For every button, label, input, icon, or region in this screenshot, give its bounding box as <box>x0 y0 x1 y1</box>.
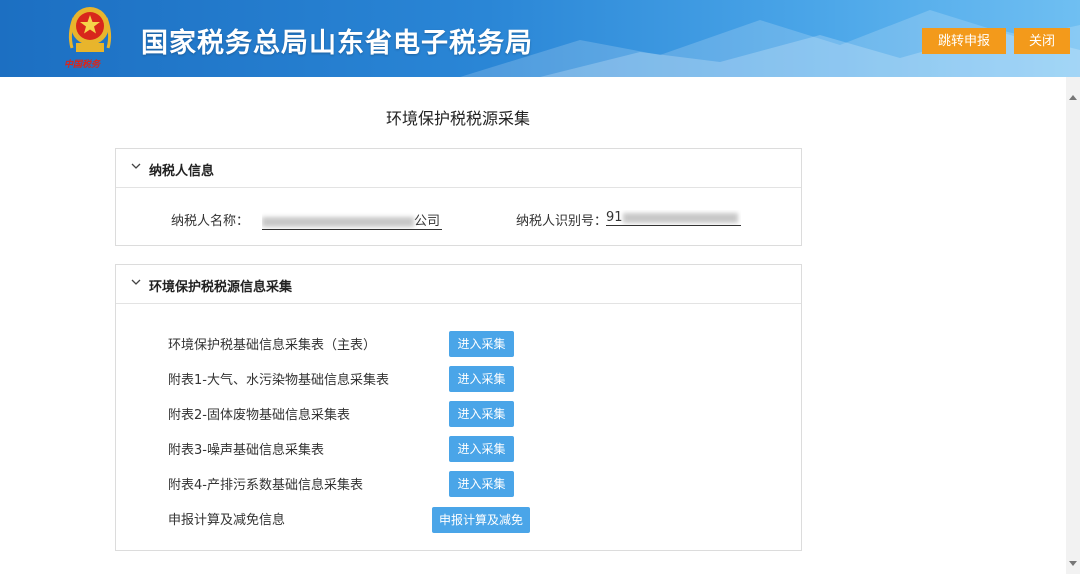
taxpayer-id-label: 纳税人识别号： <box>516 214 608 229</box>
taxpayer-name-value: 公司 <box>262 210 442 230</box>
taxpayer-id-value: 91 <box>606 210 741 226</box>
taxpayer-panel-title: 纳税人信息 <box>149 164 215 179</box>
enter-collection-button-schedule-2[interactable]: 进入采集 <box>449 401 514 427</box>
row-label-schedule-2: 附表2-固体废物基础信息采集表 <box>168 408 350 423</box>
vertical-scrollbar[interactable] <box>1066 77 1080 574</box>
declare-calc-reduction-button[interactable]: 申报计算及减免 <box>432 507 530 533</box>
enter-collection-button-schedule-4[interactable]: 进入采集 <box>449 471 514 497</box>
redacted-name-bar <box>262 216 414 227</box>
row-label-schedule-1: 附表1-大气、水污染物基础信息采集表 <box>168 373 389 388</box>
tax-source-collection-panel: 环境保护税税源信息采集 环境保护税基础信息采集表（主表） 进入采集 附表1-大气… <box>115 264 802 551</box>
emblem-caption: 中国税务 <box>64 60 101 70</box>
row-label-schedule-3: 附表3-噪声基础信息采集表 <box>168 443 324 458</box>
row-label-schedule-4: 附表4-产排污系数基础信息采集表 <box>168 478 363 493</box>
scroll-down-icon[interactable] <box>1069 561 1077 566</box>
taxpayer-info-panel: 纳税人信息 纳税人名称： 公司 纳税人识别号： 91 <box>115 148 802 246</box>
jump-declare-button[interactable]: 跳转申报 <box>922 28 1006 54</box>
taxpayer-name-suffix: 公司 <box>414 214 441 229</box>
page-title: 环境保护税税源采集 <box>385 109 530 128</box>
row-label-main-form: 环境保护税基础信息采集表（主表） <box>168 338 377 353</box>
chevron-down-icon[interactable] <box>131 161 141 171</box>
header-banner: 中国税务 国家税务总局山东省电子税务局 跳转申报 关闭 <box>0 0 1080 77</box>
close-button[interactable]: 关闭 <box>1014 28 1070 54</box>
collection-panel-header[interactable]: 环境保护税税源信息采集 <box>116 265 801 304</box>
site-title: 国家税务总局山东省电子税务局 <box>141 28 533 59</box>
row-label-declare-calc: 申报计算及减免信息 <box>168 513 286 528</box>
enter-collection-button-schedule-3[interactable]: 进入采集 <box>449 436 514 462</box>
taxpayer-name-label: 纳税人名称： <box>171 214 250 229</box>
chevron-down-icon[interactable] <box>131 277 141 287</box>
enter-collection-button-schedule-1[interactable]: 进入采集 <box>449 366 514 392</box>
enter-collection-button-main[interactable]: 进入采集 <box>449 331 514 357</box>
collection-panel-title: 环境保护税税源信息采集 <box>149 280 293 295</box>
taxpayer-panel-header[interactable]: 纳税人信息 <box>116 149 801 188</box>
redacted-id-bar <box>622 212 738 223</box>
taxpayer-id-prefix: 91 <box>606 210 623 225</box>
scroll-up-icon[interactable] <box>1069 95 1077 100</box>
